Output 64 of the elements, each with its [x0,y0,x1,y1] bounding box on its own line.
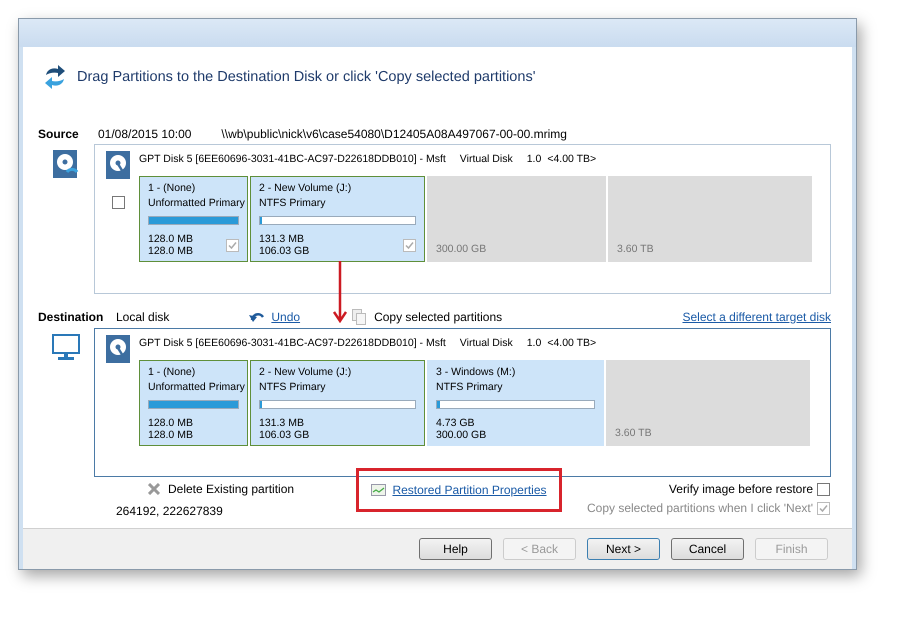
partition-title: 2 - New Volume (J:) [259,181,352,196]
swap-arrows-icon [43,64,67,90]
used-size: 128.0 MB [148,417,193,429]
partition-type: Unformatted Primary [148,196,245,211]
partition-title: 1 - (None) [148,365,196,380]
checkbox[interactable] [403,238,416,252]
option-label: Copy selected partitions when I click 'Next' [586,501,813,515]
properties-icon [371,484,386,496]
disk-version: 1.0 [526,153,542,167]
partition-title: 2 - New Volume (J:) [259,365,352,380]
partition-block[interactable]: 3 - Windows (M:) NTFS Primary 4.73 GB 300.00 GB [427,360,604,446]
partition-type: NTFS Primary [259,380,326,395]
delete-x-icon [148,483,160,495]
total-size: 106.03 GB [259,245,310,257]
drag-arrow [333,261,347,323]
partition-type: Unformatted Primary [148,380,245,395]
destination-location: Local disk [116,310,170,324]
partition-title: 1 - (None) [148,181,196,196]
restored-properties-link[interactable]: Restored Partition Properties [392,483,547,497]
partition-type: NTFS Primary [436,380,502,395]
select-target-disk-link[interactable]: Select a different target disk [682,310,831,324]
used-size: 128.0 MB [148,233,193,245]
checkbox[interactable] [226,238,239,252]
disk-size: <4.00 TB> [547,337,596,351]
total-size: 128.0 MB [148,245,193,257]
dialog-button[interactable]: Cancel [671,538,744,560]
disk-size: <4.00 TB> [547,153,596,167]
total-size: 300.00 GB [436,429,486,441]
partition-block[interactable]: 2 - New Volume (J:) NTFS Primary 131.3 MB 106.03 GB [250,176,425,262]
sector-range: 264192, 222627839 [116,504,224,518]
total-size: 128.0 MB [148,429,193,441]
disk-name: GPT Disk 5 [6EE60696-3031-41BC-AC97-D22618DDB010] - Msft [139,153,446,167]
disk-name: GPT Disk 5 [6EE60696-3031-41BC-AC97-D22618DDB010] - Msft [139,337,446,351]
partition-block[interactable]: 1 - (None) Unformatted Primary 128.0 MB 128.0 MB [139,360,248,446]
source-label: Source [38,127,80,141]
copy-partitions-label[interactable]: Copy selected partitions [374,310,502,324]
partition-type: NTFS Primary [259,196,326,211]
unallocated-size: 3.60 TB [615,426,652,441]
disk-type: Virtual Disk [460,337,513,351]
used-size: 131.3 MB [259,417,305,429]
used-size: 4.73 GB [436,417,476,429]
monitor-icon [52,334,80,362]
partition-block[interactable]: 2 - New Volume (J:) NTFS Primary 131.3 MB 106.03 GB [250,360,425,446]
destination-label: Destination [38,310,104,324]
instruction-heading: Drag Partitions to the Destination Disk or click 'Copy selected partitions' [77,69,536,85]
copy-icon [352,309,366,325]
unallocated-size: 300.00 GB [436,242,486,257]
delete-partition-label[interactable]: Delete Existing partition [168,482,294,496]
dialog-button[interactable]: Next > [587,538,660,560]
disk-type: Virtual Disk [460,153,513,167]
total-size: 106.03 GB [259,429,310,441]
unallocated-size: 3.60 TB [617,242,654,257]
checkbox[interactable] [817,482,830,496]
source-date: 01/08/2015 10:00 [98,127,192,141]
undo-link[interactable]: Undo [271,310,300,324]
undo-icon [249,311,266,323]
checkbox[interactable] [112,196,124,209]
disk-version: 1.0 [526,337,542,351]
partition-title: 3 - Windows (M:) [436,365,516,380]
used-size: 131.3 MB [259,233,305,245]
partition-block[interactable]: 1 - (None) Unformatted Primary 128.0 MB 128.0 MB [139,176,248,262]
option-label: Verify image before restore [668,482,813,496]
source-path: \\wb\public\nick\v6\case54080\D12405A08A497067-00-00.mrimg [221,127,567,141]
dialog-button[interactable]: Help [419,538,492,560]
